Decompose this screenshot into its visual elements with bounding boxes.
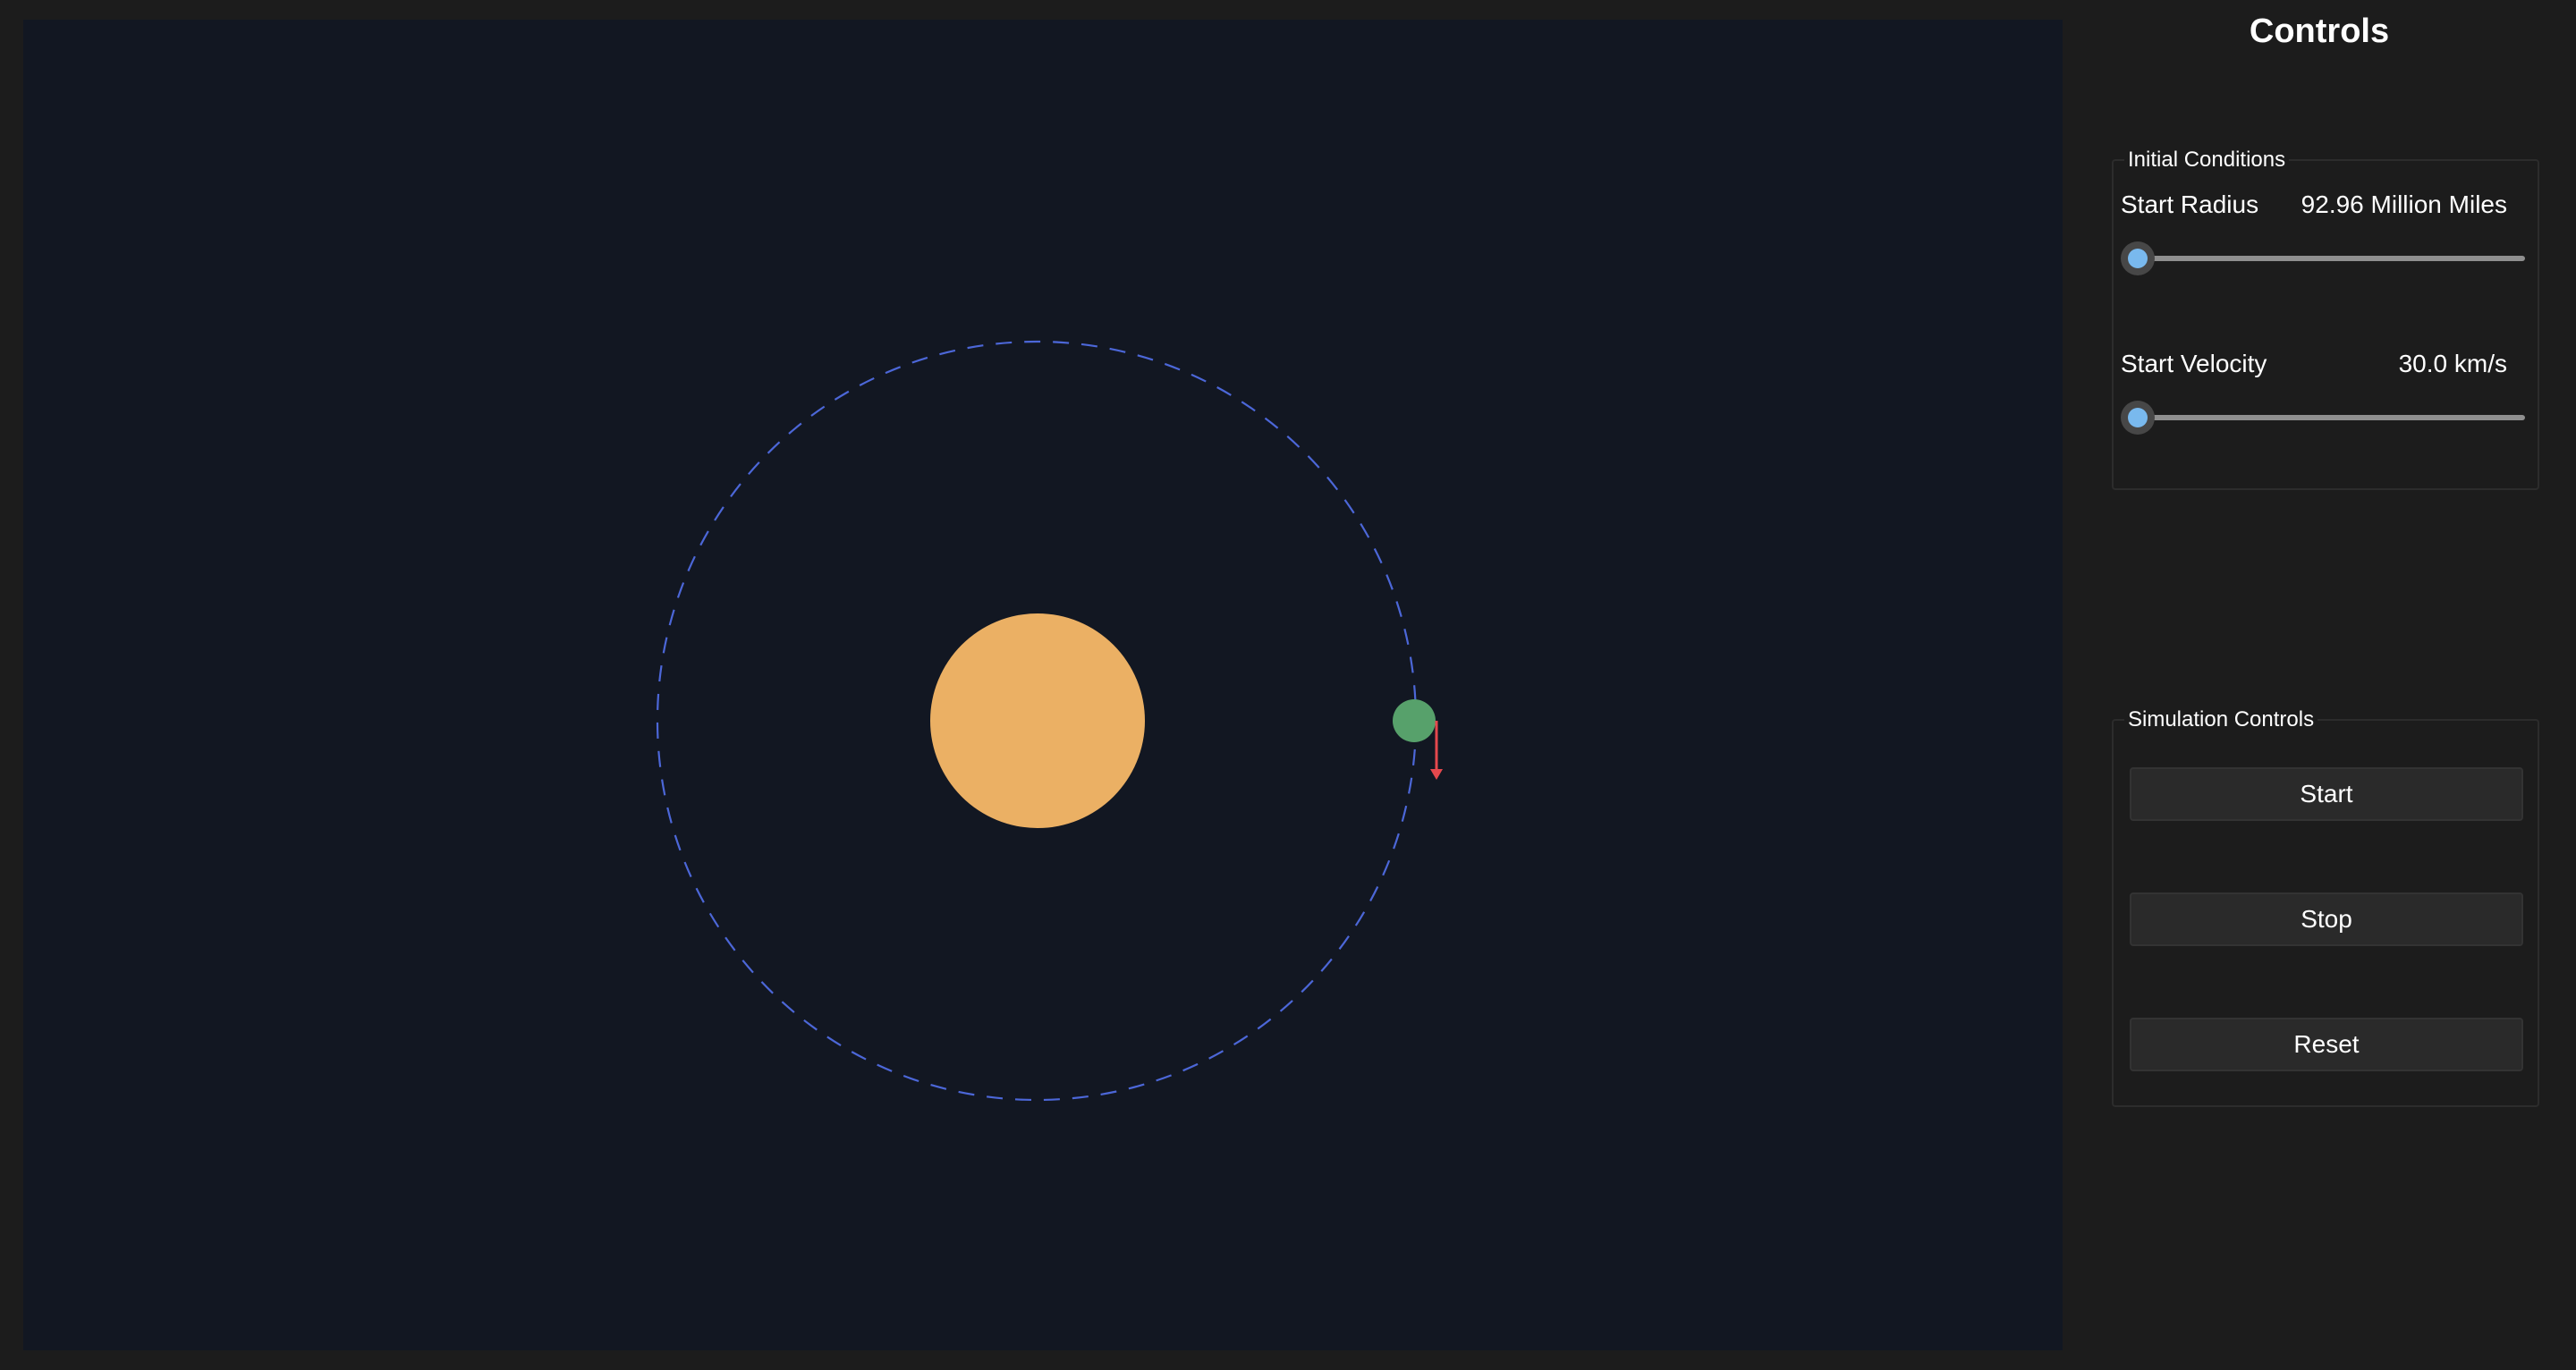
start-velocity-slider-track[interactable] <box>2146 415 2525 420</box>
app-window: Controls Initial Conditions Start Radius… <box>0 0 2576 1370</box>
initial-conditions-legend: Initial Conditions <box>2124 147 2290 173</box>
start-velocity-label: Start Velocity <box>2121 350 2267 377</box>
start-radius-label: Start Radius <box>2121 190 2259 218</box>
simulation-controls-group: Simulation Controls Start Stop Reset <box>2112 706 2539 1107</box>
velocity-arrowhead <box>1430 769 1443 780</box>
controls-title: Controls <box>2249 13 2390 50</box>
stop-button[interactable]: Stop <box>2130 892 2523 946</box>
initial-conditions-group: Initial Conditions Start Radius 92.96 Mi… <box>2112 147 2539 490</box>
start-radius-slider-thumb[interactable] <box>2121 241 2155 275</box>
start-velocity-value: 30.0 km/s <box>2398 350 2507 377</box>
start-radius-slider-track[interactable] <box>2146 256 2525 261</box>
planet <box>1393 699 1436 742</box>
reset-button[interactable]: Reset <box>2130 1018 2523 1071</box>
simulation-canvas <box>23 20 2063 1350</box>
start-velocity-slider[interactable] <box>2121 397 2532 436</box>
sun <box>930 613 1145 828</box>
start-button[interactable]: Start <box>2130 767 2523 821</box>
start-radius-value: 92.96 Million Miles <box>2301 190 2507 218</box>
simulation-controls-legend: Simulation Controls <box>2124 706 2318 733</box>
start-velocity-slider-thumb[interactable] <box>2121 401 2155 435</box>
controls-panel: Controls Initial Conditions Start Radius… <box>2063 0 2576 1370</box>
start-radius-slider[interactable] <box>2121 238 2532 277</box>
